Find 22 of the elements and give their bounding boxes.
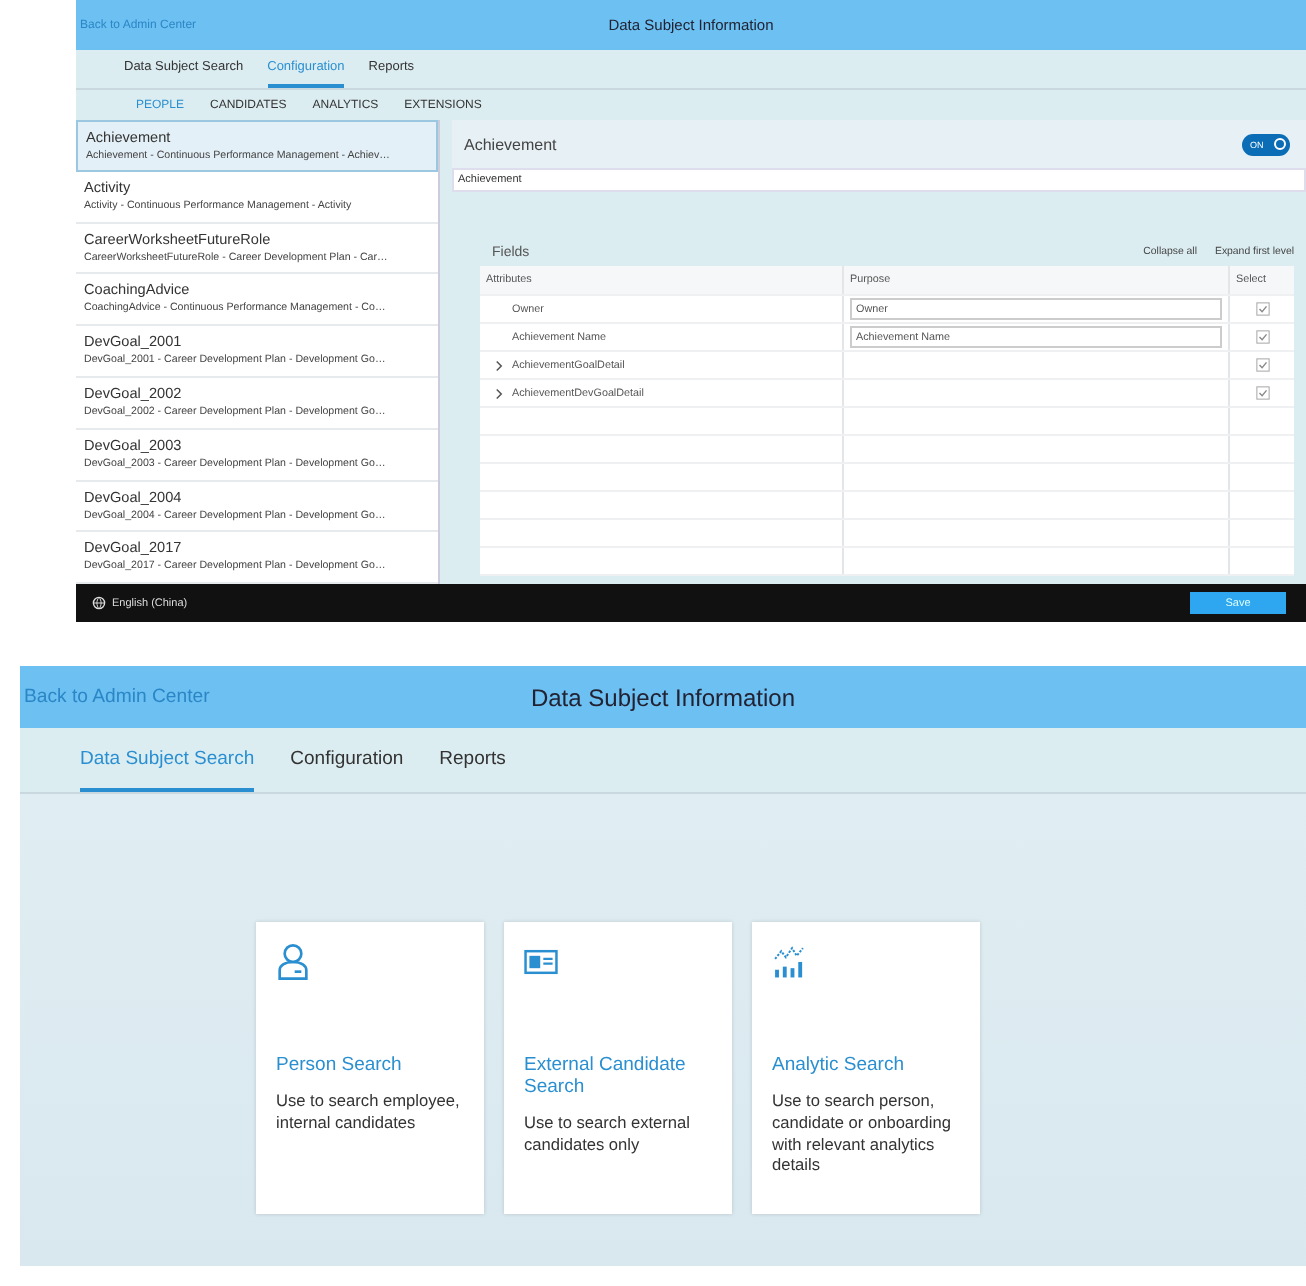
checkbox[interactable] (1255, 330, 1269, 344)
card-title: Analytic Search (772, 1054, 907, 1078)
card-description: Use to search employee, internal candidates (276, 1090, 462, 1134)
checkbox[interactable] (1255, 386, 1269, 400)
checkbox[interactable] (1255, 302, 1269, 316)
person-icon (276, 942, 310, 982)
page-title: Data Subject Information (530, 683, 796, 711)
search-card[interactable]: External Candidate Search Use to search external candidates only (504, 922, 732, 1214)
tab[interactable]: Configuration (290, 728, 404, 792)
tab[interactable]: Reports (439, 728, 506, 792)
search-card[interactable]: Analytic Search Use to search person, candidate or onboarding with relevant analytics details (752, 922, 980, 1214)
chevron-right-icon[interactable] (494, 387, 504, 399)
card-title: Person Search (276, 1054, 404, 1078)
card-description: Use to search person, candidate or onboarding with relevant analytics details (772, 1090, 953, 1177)
chevron-right-icon[interactable] (494, 359, 504, 371)
detail-title: Achievement (464, 135, 557, 153)
search-card[interactable]: Person Search Use to search employee, internal candidates (256, 922, 484, 1214)
checkbox[interactable] (1255, 358, 1269, 372)
analytics-icon (772, 942, 806, 982)
card-description: Use to search external candidates only (524, 1111, 693, 1155)
globe-icon (92, 596, 106, 610)
card-title: External Candidate Search (524, 1054, 688, 1100)
